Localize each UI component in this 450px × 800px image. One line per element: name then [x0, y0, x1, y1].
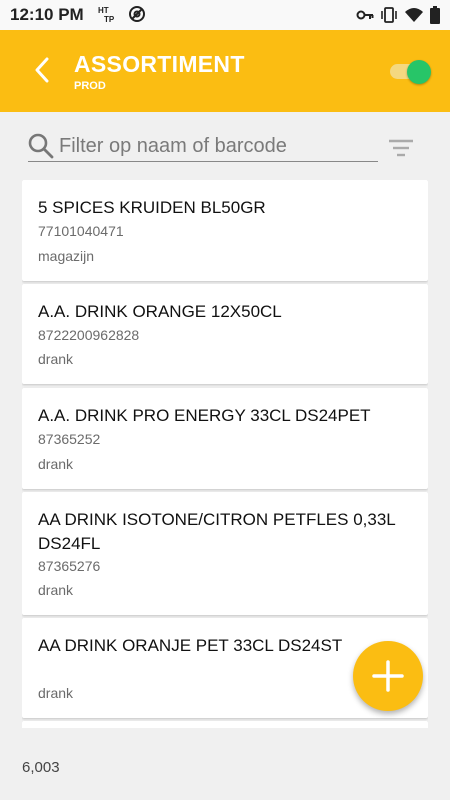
- product-category: magazijn: [38, 248, 95, 264]
- product-count: 6,003: [22, 759, 60, 776]
- vibrate-icon: [380, 7, 398, 28]
- http-icon: HT TP: [98, 5, 120, 28]
- product-barcode: 77101040471: [38, 223, 124, 239]
- battery-icon: [430, 6, 440, 29]
- add-product-button[interactable]: [353, 641, 423, 711]
- filter-icon: [389, 139, 413, 157]
- plus-icon: [372, 660, 404, 692]
- product-barcode: 87365252: [38, 431, 101, 447]
- toggle-thumb: [407, 60, 431, 84]
- product-name: A.A. DRINK PRO ENERGY 33CL DS24PET: [38, 406, 371, 425]
- product-name: A.A. DRINK ORANGE 12X50CL: [38, 302, 282, 321]
- wifi-icon: [404, 7, 424, 28]
- product-barcode: 87365276: [38, 558, 101, 574]
- search-bar: [28, 130, 378, 162]
- product-category: drank: [38, 582, 74, 598]
- svg-text:TP: TP: [104, 15, 115, 23]
- list-item[interactable]: AA DRINK ISOTONE/CITRON PETFLES 0,33L DS…: [22, 492, 428, 615]
- product-name: AA DRINK ORANJE PET 33CL DS24ST: [38, 636, 343, 655]
- list-item[interactable]: A.A. DRINK ORANGE 12X50CL 8722200962828 …: [22, 284, 428, 384]
- app-bar: ASSORTIMENT PROD: [0, 30, 450, 112]
- environment-toggle[interactable]: [390, 60, 432, 84]
- product-category: drank: [38, 351, 74, 367]
- environment-label: PROD: [74, 80, 106, 92]
- back-button[interactable]: [24, 52, 60, 88]
- key-icon: [356, 8, 374, 27]
- status-icons-right: [356, 6, 440, 29]
- product-name: AA DRINK ISOTONE/CITRON PETFLES 0,33L DS…: [38, 510, 396, 553]
- product-category: drank: [38, 685, 74, 701]
- search-input[interactable]: [59, 132, 374, 160]
- svg-text:HT: HT: [98, 6, 109, 15]
- list-item[interactable]: A.A. DRINK PRO ENERGY 33CL DS24PET 87365…: [22, 388, 428, 489]
- filter-button[interactable]: [388, 136, 414, 160]
- chevron-left-icon: [35, 57, 49, 83]
- list-item[interactable]: 5 SPICES KRUIDEN BL50GR 77101040471 maga…: [22, 180, 428, 281]
- product-category: drank: [38, 456, 74, 472]
- status-bar: 12:10 PM HT TP: [0, 0, 450, 30]
- status-time: 12:10 PM: [10, 5, 84, 24]
- list-item[interactable]: [22, 721, 428, 728]
- vpn-at-icon: [128, 5, 146, 28]
- status-icons-left: HT TP: [98, 5, 146, 28]
- search-icon: [28, 133, 54, 159]
- product-list: 5 SPICES KRUIDEN BL50GR 77101040471 maga…: [22, 180, 428, 728]
- page-title: ASSORTIMENT: [74, 51, 245, 77]
- product-name: 5 SPICES KRUIDEN BL50GR: [38, 198, 266, 217]
- product-barcode: 8722200962828: [38, 327, 140, 343]
